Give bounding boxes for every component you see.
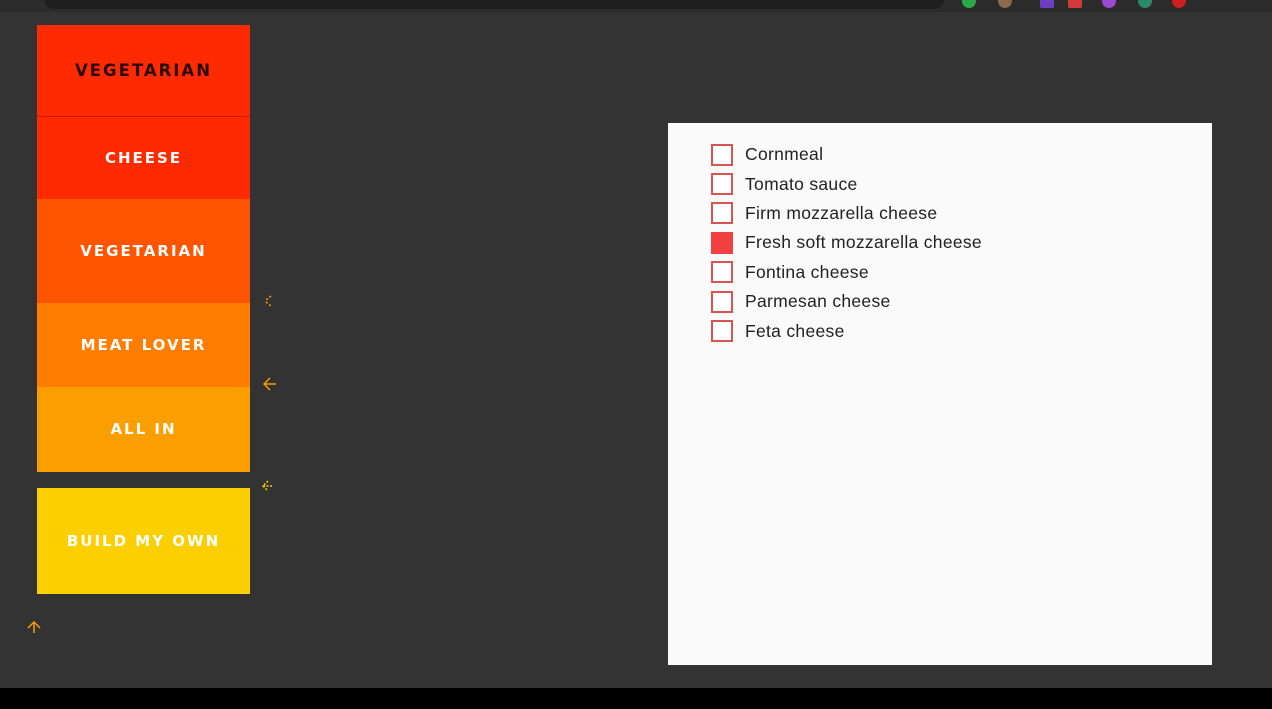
menu-item-label: CHEESE — [104, 148, 183, 167]
extension-icon[interactable] — [1040, 0, 1054, 8]
ingredient-tomato-sauce[interactable]: Tomato sauce — [711, 169, 982, 198]
menu-item-label: VEGETARIAN — [80, 241, 207, 260]
ingredient-checkbox-checked[interactable] — [711, 231, 733, 254]
menu-item-build-my-own[interactable]: BUILD MY OWN — [37, 488, 250, 594]
address-bar[interactable] — [44, 0, 944, 9]
ingredient-checkbox[interactable] — [711, 290, 733, 313]
menu-item-label: BUILD MY OWN — [66, 531, 221, 550]
extension-icon[interactable] — [962, 0, 976, 8]
ingredient-firm-mozzarella[interactable]: Firm mozzarella cheese — [711, 199, 982, 228]
ingredient-label: Fontina cheese — [745, 261, 869, 282]
ingredient-checkbox[interactable] — [711, 173, 733, 196]
menu-item-label: VEGETARIAN — [74, 61, 213, 80]
ingredient-fresh-soft-mozzarella[interactable]: Fresh soft mozzarella cheese — [711, 228, 982, 257]
menu-item-cheese[interactable]: CHEESE — [37, 116, 250, 199]
ingredient-label: Cornmeal — [745, 144, 824, 165]
ingredient-checkbox[interactable] — [711, 261, 733, 284]
ingredient-checkbox[interactable] — [711, 320, 733, 343]
extension-icon[interactable] — [1068, 0, 1082, 8]
ingredient-checkbox[interactable] — [711, 143, 733, 166]
menu-item-meat-lover[interactable]: MEAT LOVER — [37, 303, 250, 387]
extension-icon[interactable] — [1138, 0, 1152, 8]
ingredient-label: Parmesan cheese — [745, 291, 891, 312]
ingredient-checkbox[interactable] — [711, 202, 733, 225]
arrow-left-icon — [262, 377, 276, 391]
ingredients-list: Cornmeal Tomato sauce Firm mozzarella ch… — [711, 140, 982, 346]
arrow-left-icon — [265, 295, 272, 307]
extension-icon[interactable] — [998, 0, 1012, 8]
ingredient-label: Firm mozzarella cheese — [745, 202, 938, 223]
extension-icon[interactable] — [1102, 0, 1116, 8]
bottom-bar — [0, 688, 1272, 709]
ingredient-parmesan[interactable]: Parmesan cheese — [711, 287, 982, 316]
ingredients-panel: Cornmeal Tomato sauce Firm mozzarella ch… — [668, 123, 1212, 665]
menu-item-vegetarian-2[interactable]: VEGETARIAN — [37, 199, 250, 303]
menu-item-vegetarian[interactable]: VEGETARIAN — [37, 25, 250, 116]
ingredient-label: Tomato sauce — [745, 173, 858, 194]
menu-item-all-in[interactable]: ALL IN — [37, 387, 250, 472]
ingredient-cornmeal[interactable]: Cornmeal — [711, 140, 982, 169]
menu-item-label: ALL IN — [110, 420, 177, 438]
ingredient-feta[interactable]: Feta cheese — [711, 316, 982, 345]
ingredient-fontina[interactable]: Fontina cheese — [711, 258, 982, 287]
ingredient-label: Feta cheese — [745, 320, 845, 341]
arrow-left-icon — [261, 480, 273, 492]
arrow-up-icon — [27, 620, 41, 633]
extension-icon[interactable] — [1172, 0, 1186, 8]
menu-item-label: MEAT LOVER — [80, 335, 207, 354]
ingredient-label: Fresh soft mozzarella cheese — [745, 232, 982, 253]
